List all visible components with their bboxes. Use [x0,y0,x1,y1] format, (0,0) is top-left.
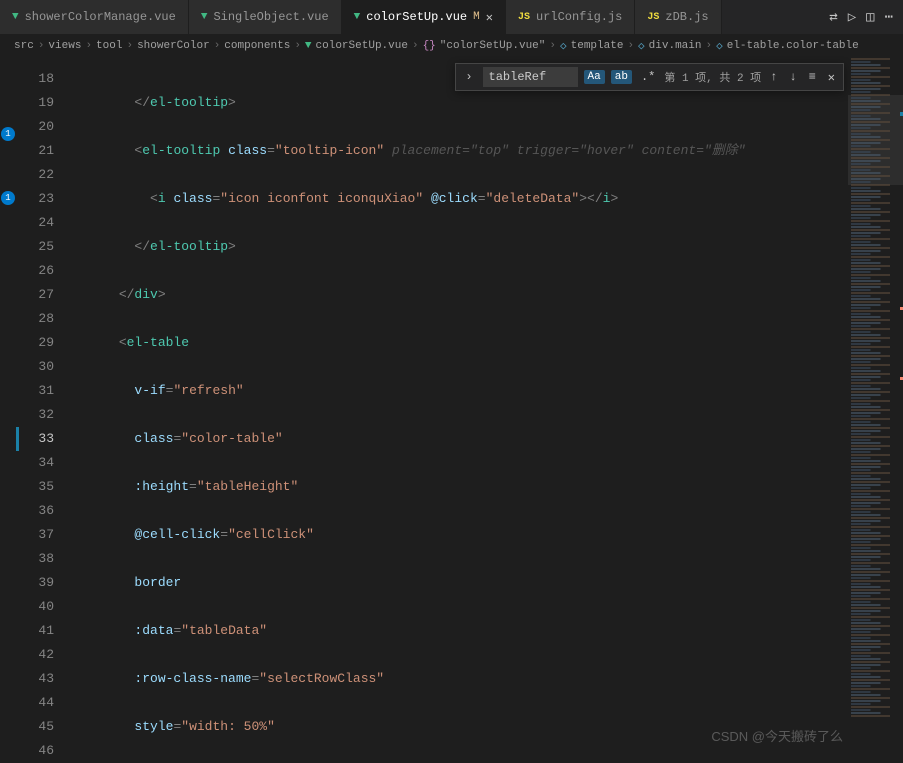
bc-item[interactable]: el-table.color-table [727,40,859,52]
find-count: 第 1 项, 共 2 项 [664,69,761,85]
bc-item[interactable]: tool [96,40,122,52]
vue-icon: ▼ [201,11,208,23]
js-icon: JS [518,12,530,23]
bc-item[interactable]: template [571,40,624,52]
find-case-sensitive[interactable]: Aa [584,70,605,84]
editor-area: 1 1 18 19 20 21 22 23 24 25 26 27 28 29 … [0,57,903,763]
activity-badge[interactable]: 1 [1,191,15,205]
close-icon[interactable]: ✕ [486,10,493,25]
tab-singleobject[interactable]: ▼ SingleObject.vue [189,0,342,34]
element-icon: ◇ [560,39,567,53]
line-number-gutter: 18 19 20 21 22 23 24 25 26 27 28 29 30 3… [16,57,66,763]
activity-badge[interactable]: 1 [1,127,15,141]
find-input[interactable] [483,67,578,87]
find-next-icon[interactable]: ↓ [786,70,799,84]
find-prev-icon[interactable]: ↑ [767,70,780,84]
tab-label: urlConfig.js [536,10,622,24]
bc-item[interactable]: src [14,40,34,52]
compare-icon[interactable]: ⇄ [829,9,837,26]
tab-label: SingleObject.vue [213,10,328,24]
bc-item[interactable]: div.main [649,40,702,52]
bc-item[interactable]: "colorSetUp.vue" [440,40,546,52]
run-icon[interactable]: ▷ [848,9,856,26]
more-icon[interactable]: ⋯ [885,9,893,26]
brace-icon: {} [423,40,436,52]
code-editor[interactable]: </el-tooltip> <el-tooltip class="tooltip… [66,57,848,763]
editor-tabs-bar: ▼ showerColorManage.vue ▼ SingleObject.v… [0,0,903,35]
breadcrumb[interactable]: src› views› tool› showerColor› component… [0,35,903,57]
find-toggle-replace[interactable]: › [461,68,476,86]
tab-label: colorSetUp.vue [366,10,467,24]
tab-label: zDB.js [665,10,708,24]
vue-icon: ▼ [305,40,312,52]
activity-bar: 1 1 [0,57,16,763]
tab-colorsetup[interactable]: ▼ colorSetUp.vue M ✕ [342,0,506,34]
tab-showercolormanage[interactable]: ▼ showerColorManage.vue [0,0,189,34]
find-selection-icon[interactable]: ≡ [806,70,819,84]
element-icon: ◇ [716,39,723,53]
bc-item[interactable]: showerColor [137,40,210,52]
minimap[interactable]: // decorative minimap lines generated be… [848,57,903,763]
bc-item[interactable]: components [224,40,290,52]
bc-item[interactable]: views [48,40,81,52]
tab-zdb[interactable]: JS zDB.js [635,0,721,34]
bc-item[interactable]: colorSetUp.vue [316,40,408,52]
vue-icon: ▼ [12,11,19,23]
close-icon[interactable]: ✕ [825,70,838,85]
tab-label: showerColorManage.vue [25,10,176,24]
find-regex[interactable]: .* [638,70,658,84]
js-icon: JS [647,12,659,23]
watermark: CSDN @今天搬砖了么 [711,726,843,745]
tab-actions: ⇄ ▷ ◫ ⋯ [819,0,903,34]
vue-icon: ▼ [354,11,361,23]
split-icon[interactable]: ◫ [866,9,874,26]
modified-indicator: M [473,11,480,23]
find-widget: › Aa ab .* 第 1 项, 共 2 项 ↑ ↓ ≡ ✕ [455,63,844,91]
tab-urlconfig[interactable]: JS urlConfig.js [506,0,635,34]
find-whole-word[interactable]: ab [611,70,632,84]
element-icon: ◇ [638,39,645,53]
